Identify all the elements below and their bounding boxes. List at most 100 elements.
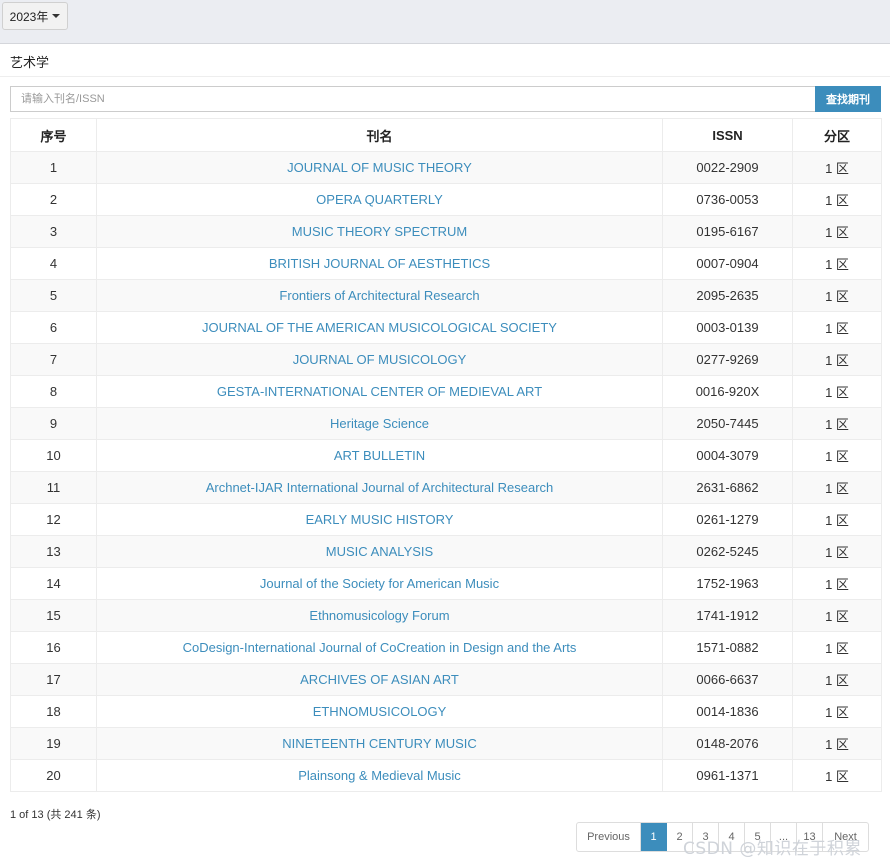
row-journal-name-cell: CoDesign-International Journal of CoCrea… (96, 631, 663, 664)
journal-link[interactable]: JOURNAL OF MUSICOLOGY (293, 352, 467, 367)
row-issn: 0148-2076 (662, 727, 793, 760)
row-journal-name-cell: Frontiers of Architectural Research (96, 279, 663, 312)
journal-link[interactable]: Frontiers of Architectural Research (279, 288, 479, 303)
row-journal-name-cell: EARLY MUSIC HISTORY (96, 503, 663, 536)
row-index: 10 (10, 439, 97, 472)
row-issn: 0004-3079 (662, 439, 793, 472)
journal-link[interactable]: Plainsong & Medieval Music (298, 768, 461, 783)
row-issn: 0022-2909 (662, 151, 793, 184)
year-dropdown-label: 2023年 (9, 9, 49, 24)
year-dropdown[interactable]: 2023年 (2, 2, 68, 30)
row-issn: 2050-7445 (662, 407, 793, 440)
row-issn: 2095-2635 (662, 279, 793, 312)
pagination-summary: 1 of 13 (共 241 条) (10, 809, 101, 821)
row-zone: 1 区 (792, 503, 882, 536)
row-journal-name-cell: GESTA-INTERNATIONAL CENTER OF MEDIEVAL A… (96, 375, 663, 408)
table-header-row: 序号 刊名 ISSN 分区 (10, 118, 882, 152)
journal-link[interactable]: MUSIC THEORY SPECTRUM (292, 224, 468, 239)
header-issn: ISSN (662, 118, 793, 152)
row-zone: 1 区 (792, 215, 882, 248)
journal-link[interactable]: JOURNAL OF THE AMERICAN MUSICOLOGICAL SO… (202, 320, 557, 335)
table-row: 6 JOURNAL OF THE AMERICAN MUSICOLOGICAL S… (10, 311, 882, 344)
watermark: CSDN @知识在于积累 (683, 839, 862, 859)
journal-link[interactable]: Heritage Science (330, 416, 429, 431)
journal-link[interactable]: NINETEENTH CENTURY MUSIC (282, 736, 477, 751)
row-index: 1 (10, 151, 97, 184)
journal-panel: 艺术学 查找期刊 序号 刊名 ISSN 分区 1 JOURNAL OF MUSIC… (0, 43, 890, 865)
row-journal-name-cell: BRITISH JOURNAL OF AESTHETICS (96, 247, 663, 280)
row-zone: 1 区 (792, 663, 882, 696)
row-issn: 1571-0882 (662, 631, 793, 664)
table-row: 9 Heritage Science 2050-7445 1 区 (10, 407, 882, 440)
table-row: 15 Ethnomusicology Forum 1741-1912 1 区 (10, 599, 882, 632)
journal-link[interactable]: Journal of the Society for American Musi… (260, 576, 499, 591)
row-zone: 1 区 (792, 759, 882, 792)
row-issn: 2631-6862 (662, 471, 793, 504)
row-zone: 1 区 (792, 439, 882, 472)
journal-link[interactable]: EARLY MUSIC HISTORY (306, 512, 454, 527)
row-issn: 0277-9269 (662, 343, 793, 376)
journal-link[interactable]: Archnet-IJAR International Journal of Ar… (206, 480, 554, 495)
search-input[interactable] (10, 86, 815, 112)
row-index: 4 (10, 247, 97, 280)
table-row: 8 GESTA-INTERNATIONAL CENTER OF MEDIEVAL … (10, 375, 882, 408)
row-journal-name-cell: JOURNAL OF MUSIC THEORY (96, 151, 663, 184)
journal-link[interactable]: JOURNAL OF MUSIC THEORY (287, 160, 472, 175)
row-issn: 0003-0139 (662, 311, 793, 344)
table-row: 3 MUSIC THEORY SPECTRUM 0195-6167 1 区 (10, 215, 882, 248)
row-zone: 1 区 (792, 247, 882, 280)
row-journal-name-cell: OPERA QUARTERLY (96, 183, 663, 216)
row-issn: 0195-6167 (662, 215, 793, 248)
row-issn: 1741-1912 (662, 599, 793, 632)
row-journal-name-cell: Journal of the Society for American Musi… (96, 567, 663, 600)
table-row: 11 Archnet-IJAR International Journal of … (10, 471, 882, 504)
row-journal-name-cell: Heritage Science (96, 407, 663, 440)
journal-link[interactable]: BRITISH JOURNAL OF AESTHETICS (269, 256, 490, 271)
table-row: 16 CoDesign-International Journal of CoCr… (10, 631, 882, 664)
row-journal-name-cell: Archnet-IJAR International Journal of Ar… (96, 471, 663, 504)
row-index: 2 (10, 183, 97, 216)
row-issn: 0014-1836 (662, 695, 793, 728)
caret-down-icon (52, 14, 61, 18)
pagination-page[interactable]: 1 (641, 823, 667, 851)
table-row: 4 BRITISH JOURNAL OF AESTHETICS 0007-0904 1… (10, 247, 882, 280)
journal-link[interactable]: MUSIC ANALYSIS (326, 544, 433, 559)
table-row: 17 ARCHIVES OF ASIAN ART 0066-6637 1 区 (10, 663, 882, 696)
journal-link[interactable]: ARCHIVES OF ASIAN ART (300, 672, 459, 687)
row-index: 17 (10, 663, 97, 696)
row-journal-name-cell: MUSIC ANALYSIS (96, 535, 663, 568)
row-issn: 0262-5245 (662, 535, 793, 568)
panel-title: 艺术学 (10, 55, 50, 70)
journal-link[interactable]: GESTA-INTERNATIONAL CENTER OF MEDIEVAL A… (217, 384, 542, 399)
table-row: 5 Frontiers of Architectural Research 2095… (10, 279, 882, 312)
row-journal-name-cell: ETHNOMUSICOLOGY (96, 695, 663, 728)
row-zone: 1 区 (792, 151, 882, 184)
journal-link[interactable]: ART BULLETIN (334, 448, 425, 463)
table-row: 10 ART BULLETIN 0004-3079 1 区 (10, 439, 882, 472)
row-zone: 1 区 (792, 535, 882, 568)
table-row: 1 JOURNAL OF MUSIC THEORY 0022-2909 1 区 (10, 151, 882, 184)
search-button[interactable]: 查找期刊 (815, 86, 881, 112)
row-journal-name-cell: Plainsong & Medieval Music (96, 759, 663, 792)
row-index: 7 (10, 343, 97, 376)
row-zone: 1 区 (792, 471, 882, 504)
row-zone: 1 区 (792, 407, 882, 440)
top-bar: 2023年 (0, 0, 890, 43)
pagination-previous[interactable]: Previous (577, 823, 641, 851)
table-row: 19 NINETEENTH CENTURY MUSIC 0148-2076 1 区 (10, 727, 882, 760)
row-index: 20 (10, 759, 97, 792)
row-journal-name-cell: Ethnomusicology Forum (96, 599, 663, 632)
row-zone: 1 区 (792, 631, 882, 664)
journal-link[interactable]: ETHNOMUSICOLOGY (313, 704, 447, 719)
journal-link[interactable]: CoDesign-International Journal of CoCrea… (183, 640, 577, 655)
journal-link[interactable]: Ethnomusicology Forum (309, 608, 449, 623)
journal-table: 序号 刊名 ISSN 分区 1 JOURNAL OF MUSIC THEORY 00… (10, 118, 882, 792)
row-index: 5 (10, 279, 97, 312)
row-zone: 1 区 (792, 599, 882, 632)
journal-link[interactable]: OPERA QUARTERLY (316, 192, 443, 207)
row-journal-name-cell: ART BULLETIN (96, 439, 663, 472)
row-index: 13 (10, 535, 97, 568)
row-journal-name-cell: MUSIC THEORY SPECTRUM (96, 215, 663, 248)
row-index: 14 (10, 567, 97, 600)
table-row: 2 OPERA QUARTERLY 0736-0053 1 区 (10, 183, 882, 216)
